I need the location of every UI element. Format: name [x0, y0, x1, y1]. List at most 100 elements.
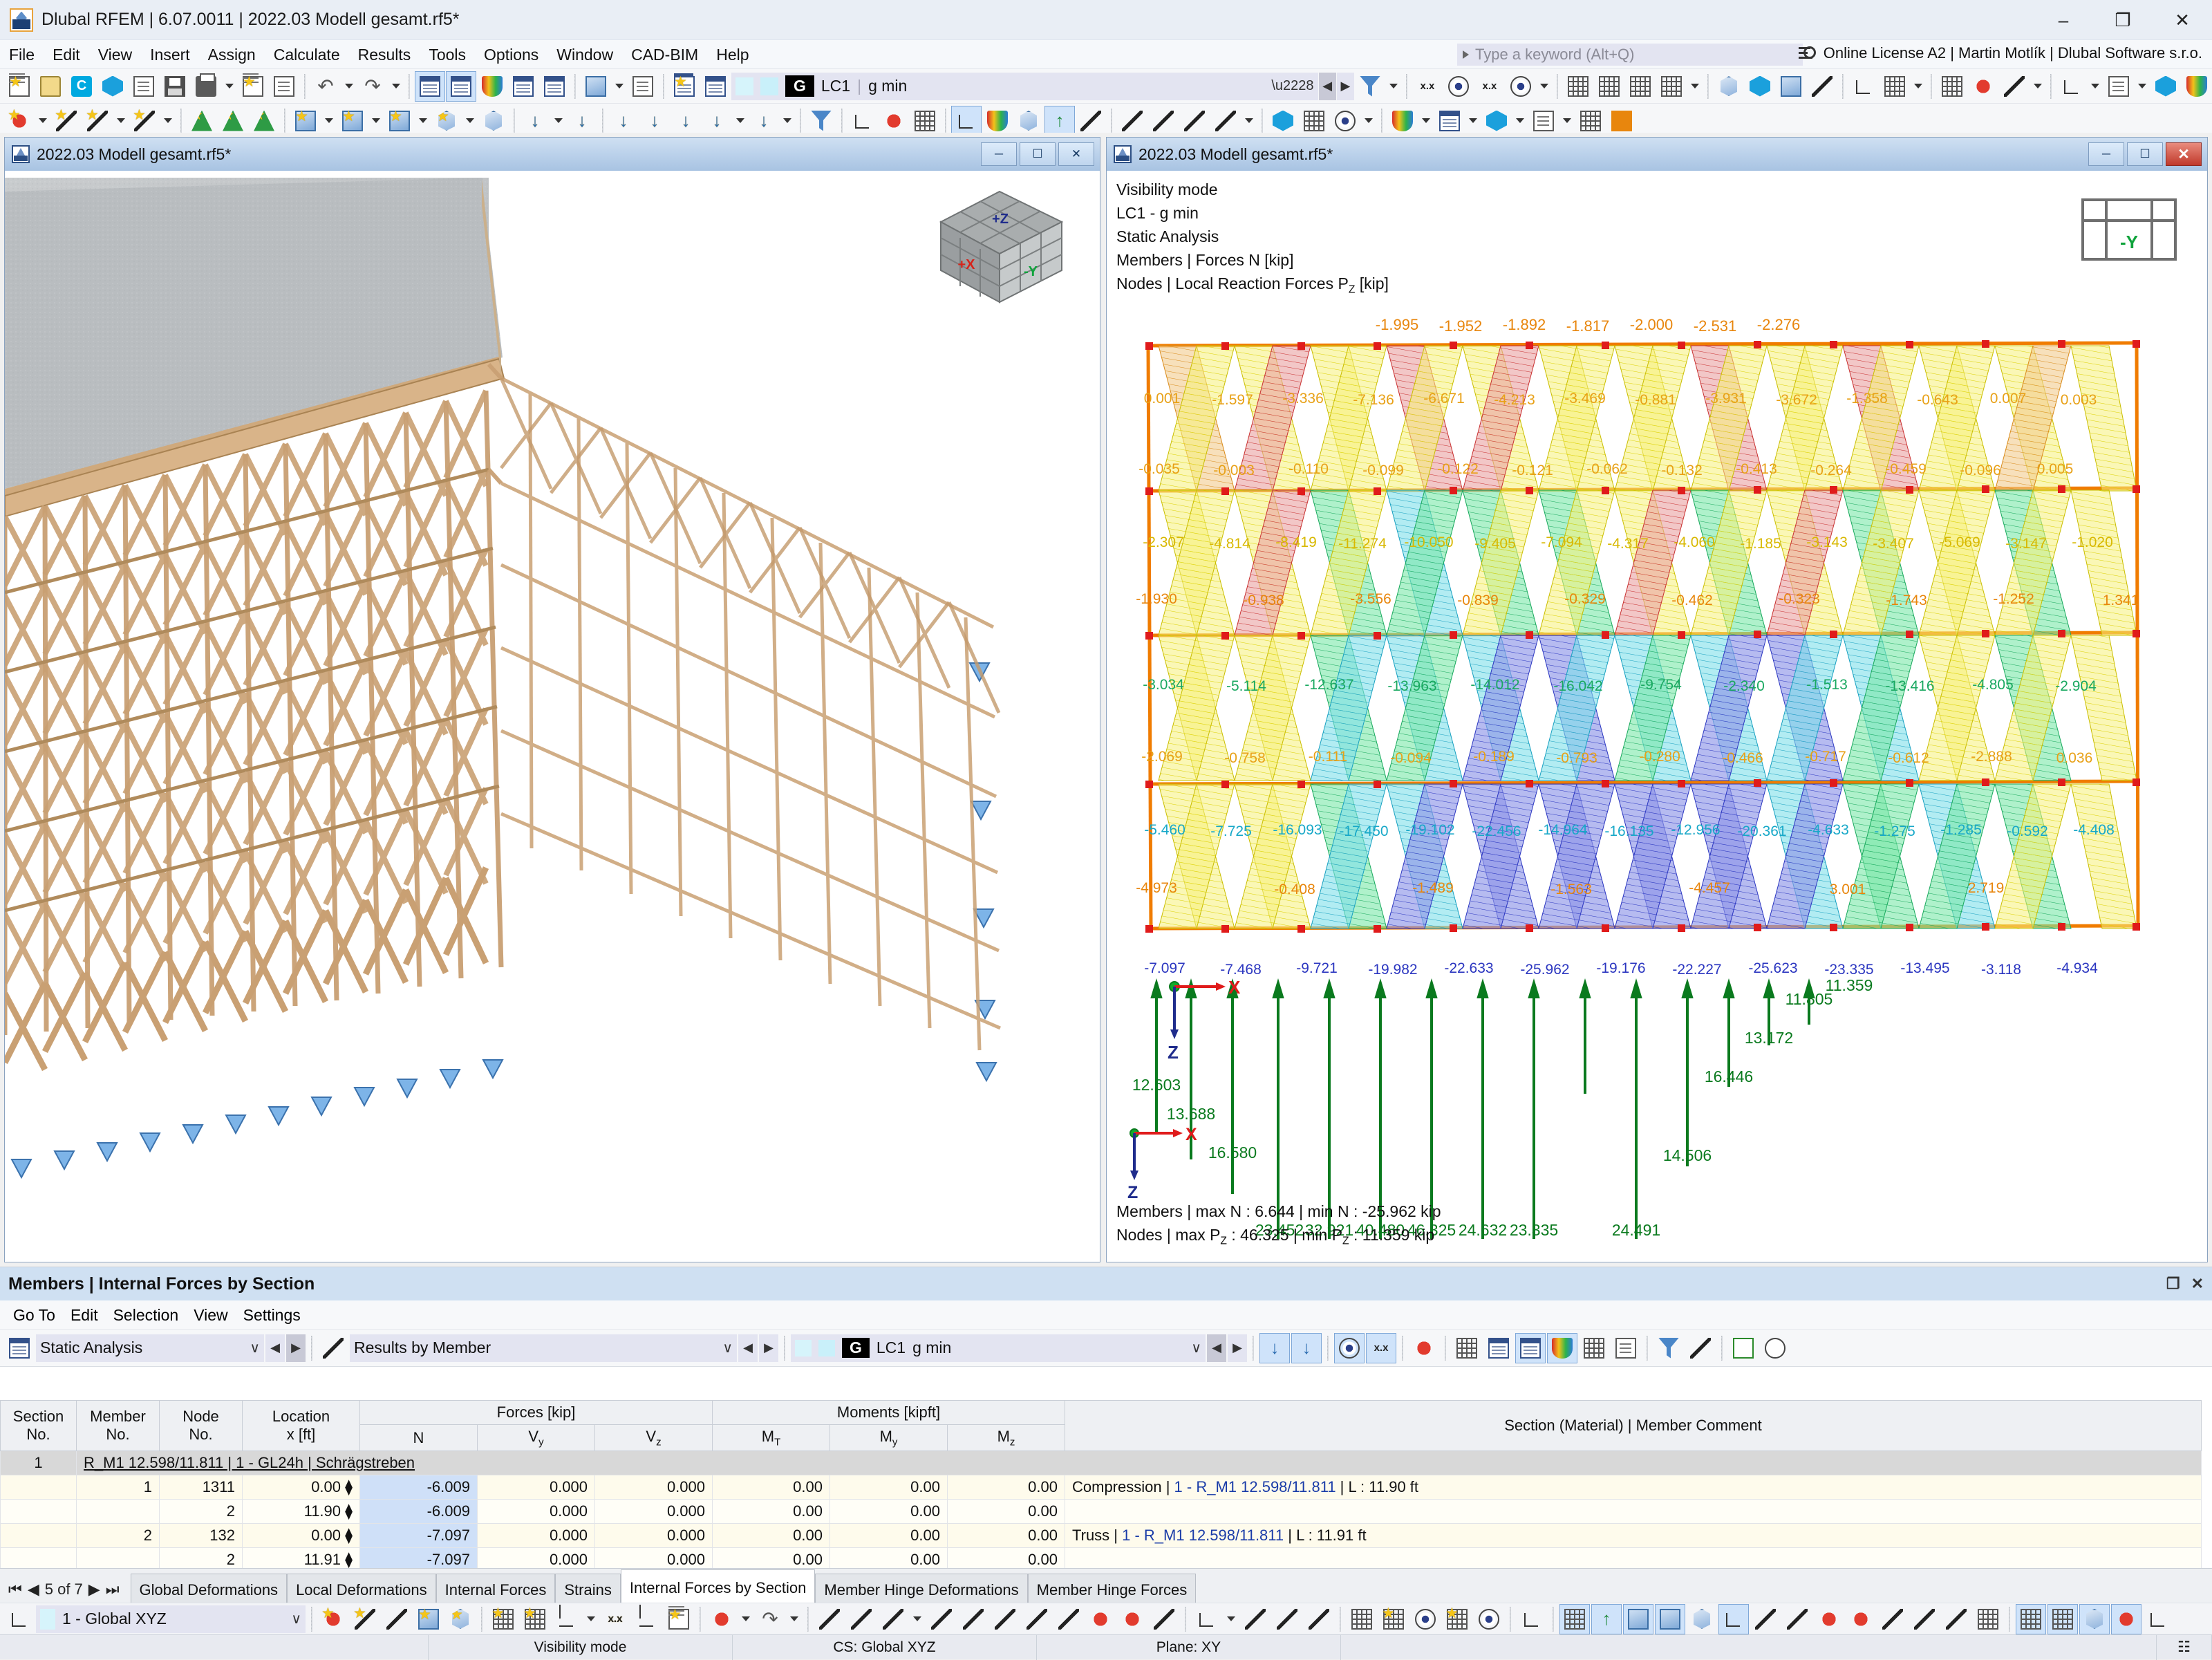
loadcase-next-button[interactable]: ▶ — [1336, 72, 1354, 100]
axis-display-button[interactable] — [1517, 1604, 1547, 1634]
export-dxf-button[interactable] — [1528, 106, 1559, 136]
insert-line-load-button[interactable] — [608, 106, 639, 136]
help-toolbar-button[interactable] — [2150, 71, 2181, 102]
snap-solid-button[interactable] — [445, 1604, 476, 1634]
redo-button[interactable] — [357, 71, 388, 102]
insert-imperfection-button[interactable] — [749, 106, 779, 136]
table-row[interactable]: 2 11.91 ⧫ -7.097 0.000 0.000 0.00 0.00 0.00 — [0, 1547, 2202, 1568]
measure-button[interactable] — [1807, 71, 1837, 102]
cartesian-input-button[interactable] — [600, 1604, 630, 1634]
menu-view[interactable]: View — [89, 40, 141, 69]
export-dropdown-icon[interactable] — [1563, 118, 1571, 123]
dimension-dropdown-icon[interactable] — [2090, 84, 2099, 88]
coordinate-system-combo[interactable]: 1 - Global XYZ ∨ — [36, 1605, 306, 1633]
insert-node-button[interactable] — [4, 106, 35, 136]
viewport-3d-model[interactable]: 2022.03 Modell gesamt.rf5* ─ ☐ ✕ +Z +X -… — [4, 137, 1100, 1262]
animation-button[interactable] — [910, 106, 940, 136]
tab-internal-forces[interactable]: Internal Forces — [435, 1574, 556, 1605]
panel-menu-settings[interactable]: Settings — [236, 1300, 308, 1330]
display-model-button[interactable] — [1559, 1603, 1590, 1634]
arc2-button[interactable] — [958, 1604, 988, 1634]
menu-insert[interactable]: Insert — [141, 40, 199, 69]
keyword-search-input[interactable]: Type a keyword (Alt+Q) — [1457, 44, 1803, 66]
display-section-button[interactable] — [2111, 1603, 2141, 1634]
view-dropdown-icon[interactable] — [1690, 84, 1699, 88]
surface-results-button[interactable] — [982, 106, 1013, 136]
undo-button[interactable] — [310, 71, 341, 102]
undo-dropdown-icon[interactable] — [345, 84, 353, 88]
dimension-style-button[interactable] — [1192, 1604, 1222, 1634]
viewport-left-minimize[interactable]: ─ — [981, 142, 1017, 166]
next-result-button[interactable] — [1291, 1332, 1322, 1363]
snap-surface-button[interactable] — [413, 1604, 444, 1634]
snap-line-button[interactable] — [350, 1604, 380, 1634]
member-result-dropdown-icon[interactable] — [1245, 118, 1253, 123]
curved-surface-dropdown-icon[interactable] — [372, 118, 380, 123]
member-dropdown-icon[interactable] — [117, 118, 125, 123]
zoom-dropdown-icon[interactable] — [1913, 84, 1922, 88]
display-supports-button[interactable] — [1718, 1603, 1749, 1634]
internal-forces-diagram-button[interactable] — [951, 105, 982, 136]
support-reactions-button[interactable] — [1044, 105, 1075, 136]
pager-last-button[interactable]: ⏭ — [106, 1580, 120, 1598]
panel-menu-edit[interactable]: Edit — [63, 1300, 106, 1330]
insert-support-button[interactable] — [187, 106, 217, 136]
calculation-settings-dropdown-icon[interactable] — [1469, 118, 1477, 123]
tab-global-deformations[interactable]: Global Deformations — [130, 1574, 288, 1605]
show-diagram-button[interactable] — [1334, 1332, 1365, 1363]
previous-result-button[interactable] — [1259, 1332, 1290, 1363]
print-dropdown-icon[interactable] — [225, 84, 234, 88]
analysis-prev-button[interactable]: ◀ — [265, 1334, 285, 1362]
offset-button[interactable] — [1149, 1604, 1179, 1634]
ortho-mode-button[interactable] — [488, 1604, 518, 1634]
panel-loadcase-next[interactable]: ▶ — [1228, 1334, 1247, 1362]
tab-member-hinge-forces[interactable]: Member Hinge Forces — [1027, 1574, 1197, 1605]
result-diagram-button[interactable] — [1506, 71, 1536, 102]
panel-menu-selection[interactable]: Selection — [106, 1300, 187, 1330]
grid-mode-button[interactable] — [520, 1604, 550, 1634]
model-info-button[interactable] — [129, 71, 159, 102]
pager-first-button[interactable]: ⏮ — [8, 1580, 22, 1598]
pen2-button[interactable] — [1272, 1604, 1302, 1634]
snap-member-button[interactable] — [382, 1604, 412, 1634]
delete-results-button[interactable] — [1355, 71, 1385, 102]
connect-cloud-button[interactable] — [66, 71, 97, 102]
nodal-load-dropdown-icon[interactable] — [554, 118, 563, 123]
model-cloud-button[interactable] — [97, 71, 128, 102]
license-info[interactable]: Online License A2 | Martin Motlík | Dlub… — [1798, 44, 2202, 62]
addon-dropdown-icon[interactable] — [1516, 118, 1524, 123]
tab-strains[interactable]: Strains — [555, 1574, 621, 1605]
insert-polyline-button[interactable] — [129, 106, 160, 136]
grid-snap-toggle-button[interactable] — [1575, 106, 1606, 136]
table-columns-button[interactable] — [1452, 1333, 1482, 1363]
chevron-down-icon[interactable]: ∨ — [250, 1339, 260, 1356]
color-legend-button[interactable] — [477, 71, 507, 102]
visibility-dropdown-icon[interactable] — [1365, 118, 1373, 123]
redo-dropdown-icon[interactable] — [392, 84, 400, 88]
console-button[interactable] — [508, 71, 538, 102]
table-row[interactable]: 2 11.90 ⧫ -6.009 0.000 0.000 0.00 0.00 0.00 — [0, 1499, 2202, 1524]
insert-surface-button[interactable] — [290, 106, 321, 136]
show-results-eye-button[interactable] — [1443, 71, 1474, 102]
polar-input-button[interactable] — [632, 1604, 662, 1634]
snap-node-button[interactable] — [318, 1604, 348, 1634]
menu-calculate[interactable]: Calculate — [265, 40, 349, 69]
navigation-cube[interactable]: +Z +X -Y — [927, 179, 1072, 310]
display-dots-button[interactable] — [1973, 1604, 2003, 1634]
print-button[interactable] — [191, 71, 221, 102]
panel-menu-view[interactable]: View — [186, 1300, 235, 1330]
hide-selected-button[interactable] — [1268, 106, 1298, 136]
snap-dropdown-icon[interactable] — [2033, 84, 2042, 88]
display-mesh-button[interactable] — [2016, 1603, 2046, 1634]
visibility-mode-button[interactable] — [1330, 106, 1360, 136]
snap-button[interactable] — [1968, 71, 1998, 102]
view-iso-button[interactable] — [1563, 71, 1593, 102]
member-result-mt-button[interactable] — [1210, 106, 1241, 136]
menu-file[interactable]: File — [0, 40, 44, 69]
navigator-panel-button[interactable] — [415, 71, 445, 102]
viewport-right-close[interactable]: ✕ — [2166, 142, 2202, 166]
menu-edit[interactable]: Edit — [44, 40, 89, 69]
menu-window[interactable]: Window — [547, 40, 622, 69]
insert-nodal-load-button[interactable] — [520, 106, 550, 136]
result-values-button[interactable] — [1474, 71, 1505, 102]
